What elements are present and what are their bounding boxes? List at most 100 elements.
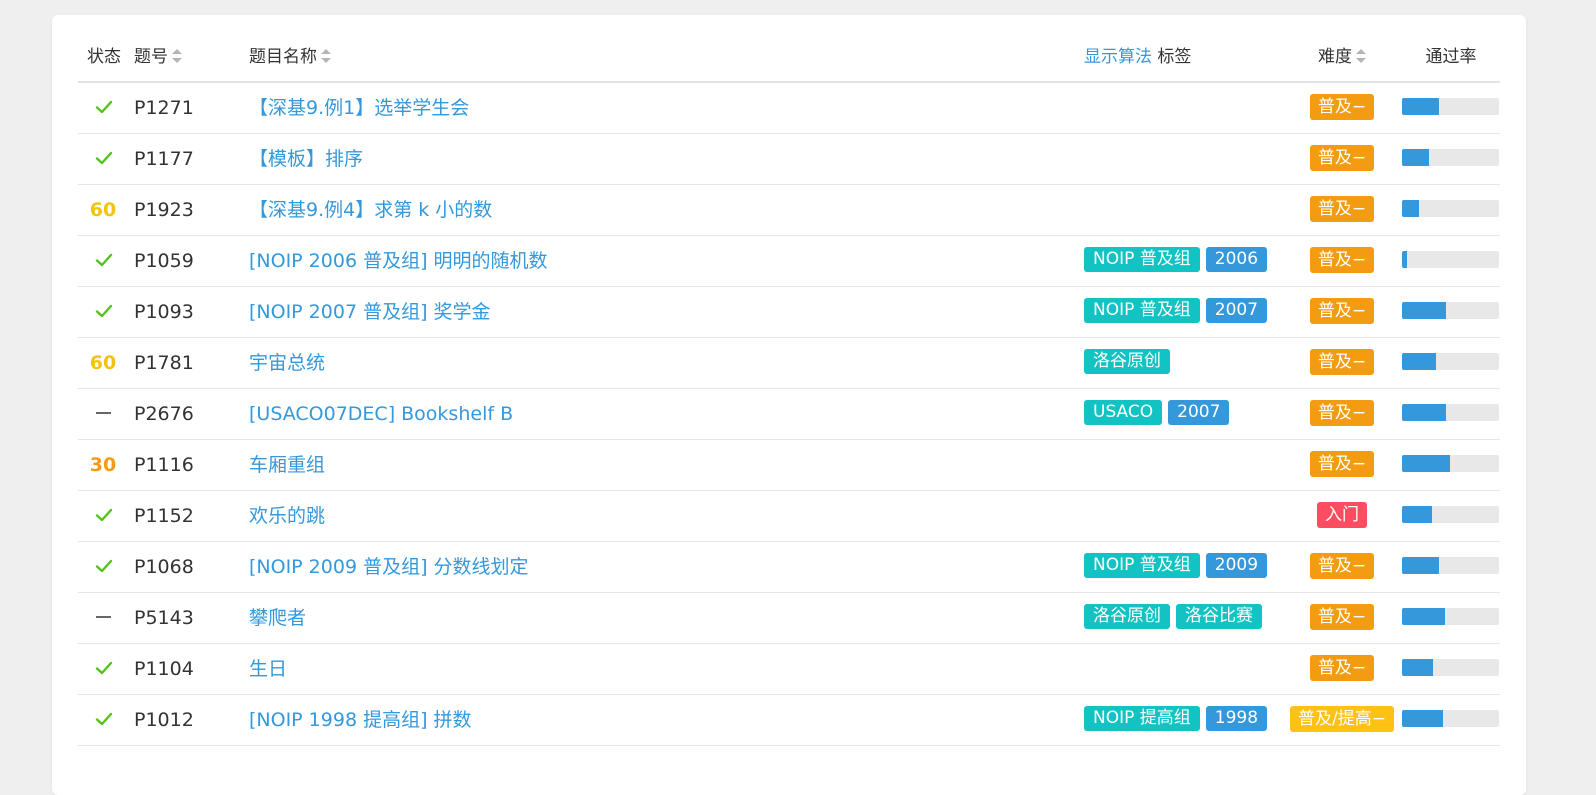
pass-rate-bar xyxy=(1402,404,1499,421)
problem-title-link[interactable]: [NOIP 2009 普及组] 分数线划定 xyxy=(249,556,529,578)
pass-rate-bar xyxy=(1402,302,1499,319)
pass-rate-bar xyxy=(1402,251,1499,268)
status-cell xyxy=(78,491,128,541)
problem-id: P1116 xyxy=(134,454,194,476)
pass-rate-cell xyxy=(1402,83,1500,133)
tag-badge[interactable]: 2006 xyxy=(1205,247,1268,272)
problem-title-link[interactable]: 欢乐的跳 xyxy=(249,505,325,527)
title-cell: [NOIP 1998 提高组] 拼数 xyxy=(249,695,1049,745)
title-cell: [NOIP 2007 普及组] 奖学金 xyxy=(249,287,1049,337)
difficulty-badge: 普及− xyxy=(1309,144,1375,171)
tags-cell: NOIP 普及组 2007 xyxy=(1084,287,1284,337)
difficulty-badge: 入门 xyxy=(1317,501,1367,528)
pass-rate-fill xyxy=(1402,302,1446,319)
score-badge: 60 xyxy=(89,199,117,221)
header-title-sort[interactable]: 题目名称 xyxy=(249,39,1049,81)
title-cell: [USACO07DEC] Bookshelf B xyxy=(249,389,1049,439)
table-row: 60 P1923 【深基9.例4】求第 k 小的数 普及− xyxy=(78,185,1500,236)
tags-cell: NOIP 普及组 2006 xyxy=(1084,236,1284,286)
tags-cell: 洛谷原创 xyxy=(1084,338,1284,388)
problem-title-link[interactable]: 宇宙总统 xyxy=(249,352,325,374)
pass-rate-cell xyxy=(1402,695,1500,745)
problem-title-link[interactable]: 车厢重组 xyxy=(249,454,325,476)
pass-rate-fill xyxy=(1402,710,1443,727)
pass-rate-cell xyxy=(1402,185,1500,235)
header-difficulty-label: 难度 xyxy=(1318,47,1352,67)
tag-badge[interactable]: 洛谷原创 xyxy=(1084,604,1170,629)
not-attempted-dash-icon xyxy=(95,616,111,618)
title-cell: 【深基9.例1】选举学生会 xyxy=(249,83,1049,133)
difficulty-cell: 普及− xyxy=(1286,185,1398,235)
header-pid-sort[interactable]: 题号 xyxy=(134,39,234,81)
table-row: 60 P1781 宇宙总统 洛谷原创 普及− xyxy=(78,338,1500,389)
status-cell xyxy=(78,236,128,286)
difficulty-badge: 普及− xyxy=(1309,450,1375,477)
problem-id: P5143 xyxy=(134,607,194,629)
title-cell: 生日 xyxy=(249,644,1049,694)
tag-badge[interactable]: 2007 xyxy=(1205,298,1268,323)
difficulty-badge: 普及− xyxy=(1309,195,1375,222)
problem-id: P1093 xyxy=(134,301,194,323)
sort-icon xyxy=(321,48,331,63)
problem-title-link[interactable]: 【深基9.例1】选举学生会 xyxy=(249,97,469,119)
status-cell xyxy=(78,287,128,337)
tag-badge[interactable]: NOIP 普及组 xyxy=(1084,247,1200,272)
header-status: 状态 xyxy=(87,47,121,67)
tag-badge[interactable]: 1998 xyxy=(1205,706,1268,731)
pass-rate-fill xyxy=(1402,455,1450,472)
tag-badge[interactable]: 洛谷比赛 xyxy=(1176,604,1262,629)
not-attempted-dash-icon xyxy=(95,412,111,414)
problem-id: P1012 xyxy=(134,709,194,731)
tags-cell xyxy=(1084,644,1284,694)
problem-id: P1104 xyxy=(134,658,194,680)
sort-icon xyxy=(1356,48,1366,63)
tag-badge[interactable]: 洛谷原创 xyxy=(1084,349,1170,374)
pass-rate-cell xyxy=(1402,593,1500,643)
table-header: 状态 题号 题目名称 显示算法 标签 难度 通过率 xyxy=(78,39,1500,83)
problem-title-link[interactable]: [NOIP 2006 普及组] 明明的随机数 xyxy=(249,250,548,272)
problem-title-link[interactable]: [NOIP 2007 普及组] 奖学金 xyxy=(249,301,491,323)
pass-rate-bar xyxy=(1402,506,1499,523)
tags-cell: USACO 2007 xyxy=(1084,389,1284,439)
table-row: 30 P1116 车厢重组 普及− xyxy=(78,440,1500,491)
header-pid-label: 题号 xyxy=(134,47,168,67)
pass-rate-cell xyxy=(1402,389,1500,439)
title-cell: 欢乐的跳 xyxy=(249,491,1049,541)
problem-title-link[interactable]: 【模板】排序 xyxy=(249,148,363,170)
problem-title-link[interactable]: 攀爬者 xyxy=(249,607,306,629)
pass-rate-cell xyxy=(1402,440,1500,490)
pass-rate-bar xyxy=(1402,710,1499,727)
problem-list-card: 状态 题号 题目名称 显示算法 标签 难度 通过率 P1271 【深基9.例1】选… xyxy=(52,15,1526,795)
tag-badge[interactable]: NOIP 提高组 xyxy=(1084,706,1200,731)
tag-badge[interactable]: 2007 xyxy=(1168,400,1230,425)
title-cell: 宇宙总统 xyxy=(249,338,1049,388)
difficulty-cell: 普及− xyxy=(1286,389,1398,439)
tag-badge[interactable]: USACO xyxy=(1084,400,1163,425)
status-cell: 60 xyxy=(78,185,128,235)
problem-title-link[interactable]: 生日 xyxy=(249,658,287,680)
check-icon xyxy=(95,150,113,166)
difficulty-cell: 普及− xyxy=(1286,287,1398,337)
pass-rate-bar xyxy=(1402,557,1499,574)
pass-rate-fill xyxy=(1402,404,1446,421)
pass-rate-bar xyxy=(1402,149,1499,166)
status-cell xyxy=(78,695,128,745)
tags-cell: 洛谷原创 洛谷比赛 xyxy=(1084,593,1284,643)
problem-id: P1068 xyxy=(134,556,194,578)
tag-badge[interactable]: NOIP 普及组 xyxy=(1084,298,1200,323)
problem-title-link[interactable]: [NOIP 1998 提高组] 拼数 xyxy=(249,709,472,731)
check-icon xyxy=(95,99,113,115)
title-cell: 【模板】排序 xyxy=(249,134,1049,184)
pass-rate-fill xyxy=(1402,659,1434,676)
problem-id: P1059 xyxy=(134,250,194,272)
title-cell: 【深基9.例4】求第 k 小的数 xyxy=(249,185,1049,235)
tag-badge[interactable]: 2009 xyxy=(1205,553,1268,578)
problem-title-link[interactable]: [USACO07DEC] Bookshelf B xyxy=(249,403,513,425)
header-difficulty-sort[interactable]: 难度 xyxy=(1286,39,1398,81)
difficulty-cell: 普及− xyxy=(1286,593,1398,643)
pass-rate-fill xyxy=(1402,557,1439,574)
show-algorithm-link[interactable]: 显示算法 xyxy=(1084,47,1152,67)
tags-cell xyxy=(1084,440,1284,490)
problem-title-link[interactable]: 【深基9.例4】求第 k 小的数 xyxy=(249,199,492,221)
tag-badge[interactable]: NOIP 普及组 xyxy=(1084,553,1200,578)
